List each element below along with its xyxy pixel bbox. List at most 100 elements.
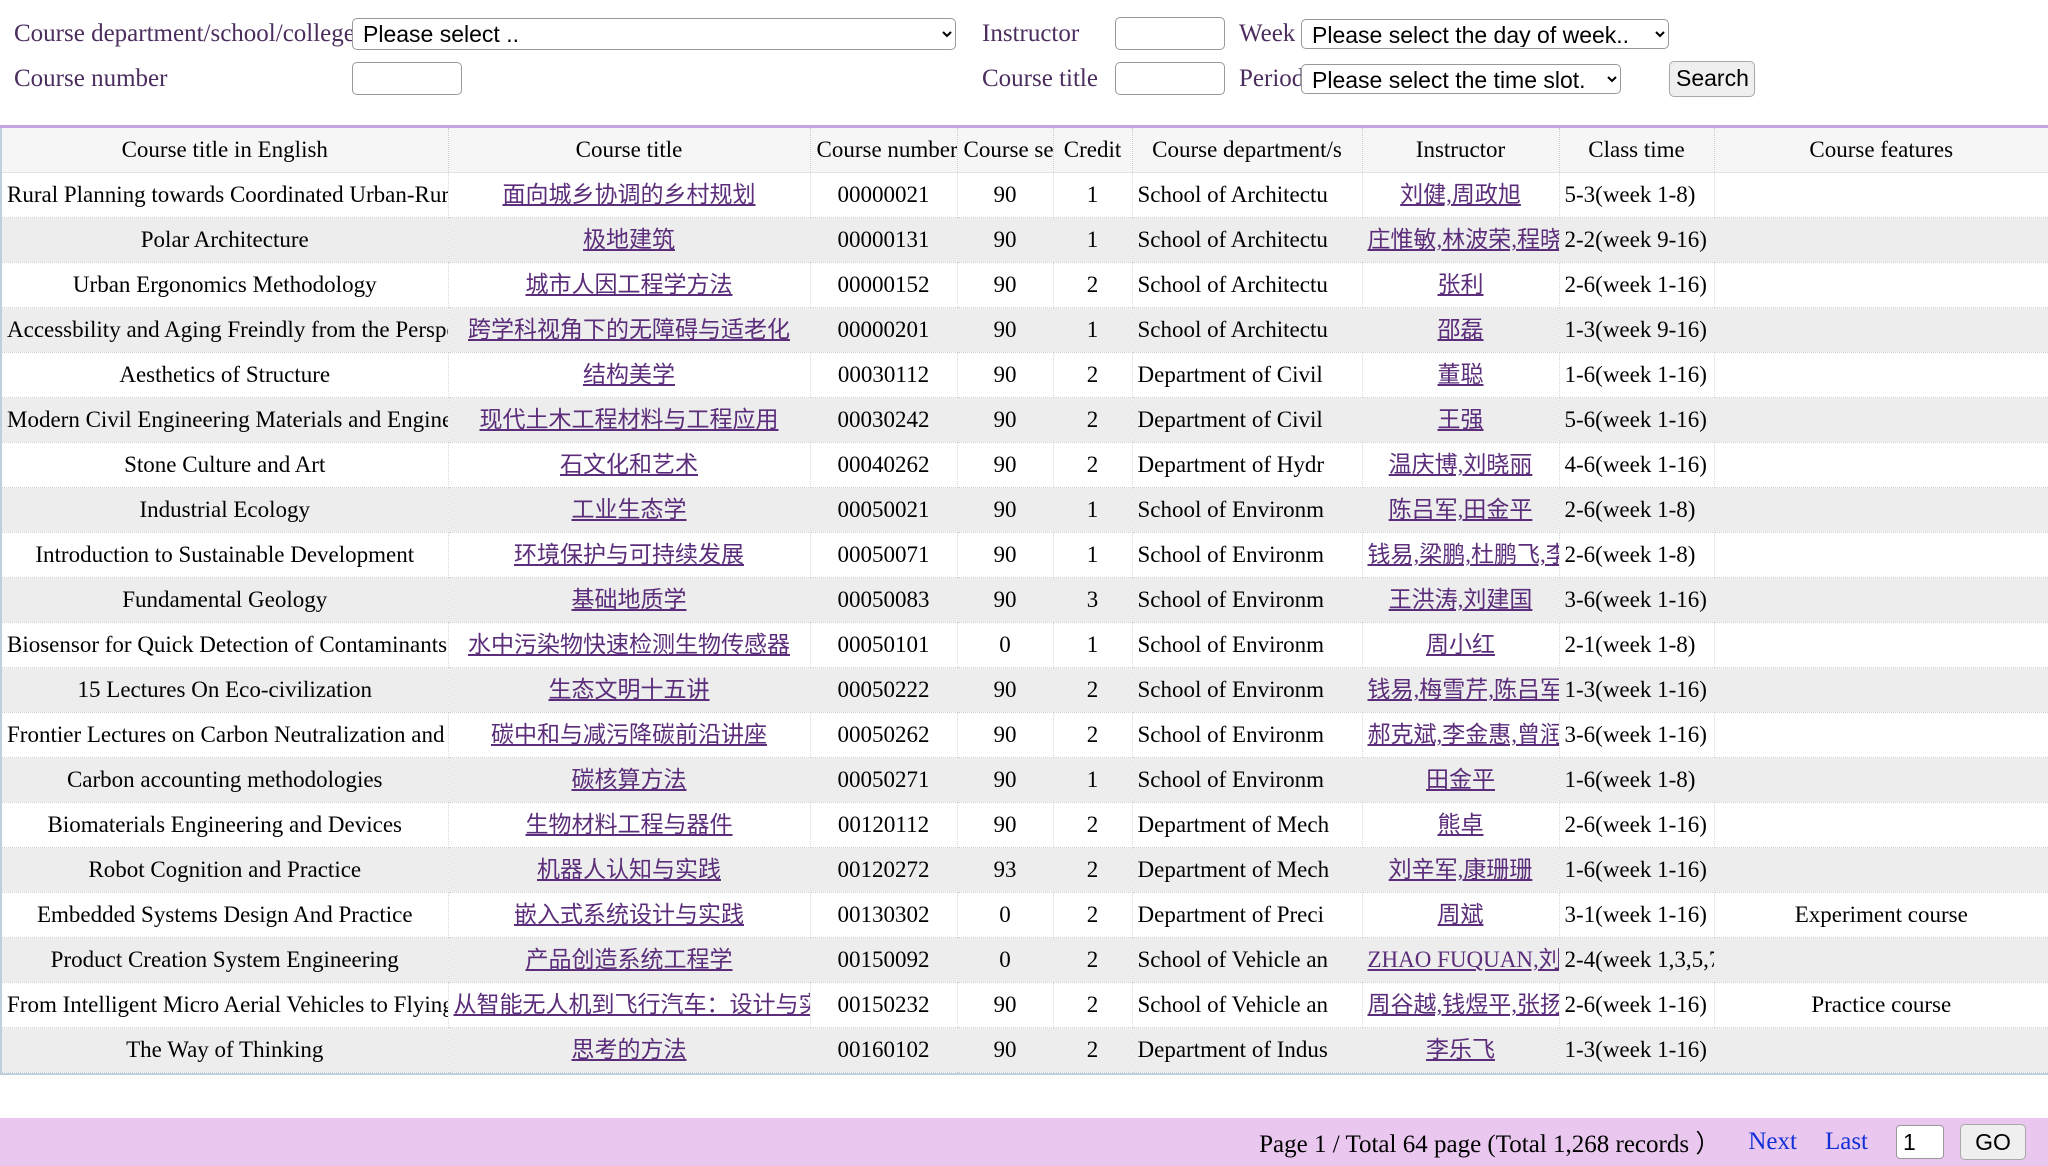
instructor-link[interactable]: 陈吕军,田金平 <box>1389 497 1533 522</box>
cell-course-features <box>1714 217 2048 263</box>
pagination-next-link[interactable]: Next <box>1748 1128 1797 1156</box>
cell-course-number: 00030112 <box>810 352 958 398</box>
course-title-link[interactable]: 面向城乡协调的乡村规划 <box>503 182 756 207</box>
table-row: Frontier Lectures on Carbon Neutralizati… <box>1 712 2048 758</box>
cell-credit: 2 <box>1053 847 1133 893</box>
instructor-link[interactable]: 王强 <box>1438 407 1484 432</box>
instructor-link[interactable]: 刘辛军,康珊珊 <box>1389 857 1533 882</box>
course-title-link[interactable]: 碳核算方法 <box>572 767 687 792</box>
course-title-link[interactable]: 机器人认知与实践 <box>537 857 721 882</box>
cell-class-time: 2-6(week 1-8) <box>1559 487 1715 533</box>
instructor-link[interactable]: 王洪涛,刘建国 <box>1389 587 1533 612</box>
instructor-link[interactable]: 周谷越,钱煜平,张扬军 <box>1368 992 1559 1017</box>
instructor-link[interactable]: 邵磊 <box>1438 317 1484 342</box>
column-header-course-features[interactable]: Course features <box>1714 128 2048 173</box>
column-header-course-sequence[interactable]: Course sequ <box>957 128 1054 173</box>
column-header-course-title[interactable]: Course title <box>448 128 811 173</box>
cell-credit: 1 <box>1053 757 1133 803</box>
cell-course-sequence: 90 <box>957 217 1054 263</box>
instructor-link-cell: ZHAO FUQUAN,刘宗巍 <box>1362 937 1560 983</box>
course-title-link[interactable]: 跨学科视角下的无障碍与适老化 <box>468 317 790 342</box>
instructor-link[interactable]: 温庆博,刘晓丽 <box>1389 452 1533 477</box>
course-title-link-cell: 机器人认知与实践 <box>448 847 811 893</box>
course-department-select[interactable]: Please select .. <box>352 17 956 50</box>
cell-course-department: School of Architectu <box>1132 307 1363 353</box>
course-title-link[interactable]: 嵌入式系统设计与实践 <box>514 902 744 927</box>
instructor-link[interactable]: 郝克斌,李金惠,曾润来 <box>1368 722 1559 747</box>
cell-credit: 2 <box>1053 937 1133 983</box>
course-title-link[interactable]: 生态文明十五讲 <box>549 677 710 702</box>
instructor-link[interactable]: 钱易,梅雪芹,陈吕军,胡 <box>1368 677 1559 702</box>
cell-course-title-en: Aesthetics of Structure <box>1 352 449 398</box>
course-title-link-cell: 思考的方法 <box>448 1027 811 1073</box>
cell-course-title-en: Industrial Ecology <box>1 487 449 533</box>
course-title-link[interactable]: 极地建筑 <box>583 227 675 252</box>
course-title-link[interactable]: 碳中和与减污降碳前沿讲座 <box>491 722 767 747</box>
cell-class-time: 2-6(week 1-16) <box>1559 982 1715 1028</box>
cell-course-features <box>1714 262 2048 308</box>
course-title-link[interactable]: 环境保护与可持续发展 <box>514 542 744 567</box>
course-title-input[interactable] <box>1115 62 1225 95</box>
instructor-link[interactable]: ZHAO FUQUAN,刘宗巍 <box>1368 947 1559 972</box>
week-select[interactable]: Please select the day of week.. <box>1301 18 1669 49</box>
column-header-class-time[interactable]: Class time <box>1559 128 1715 173</box>
cell-class-time: 5-3(week 1-8) <box>1559 172 1715 218</box>
cell-credit: 2 <box>1053 802 1133 848</box>
column-header-course-title-en[interactable]: Course title in English <box>1 128 449 173</box>
instructor-label: Instructor <box>982 20 1080 47</box>
instructor-link[interactable]: 田金平 <box>1426 767 1495 792</box>
course-number-input[interactable] <box>352 62 462 95</box>
instructor-link[interactable]: 钱易,梁鹏,杜鹏飞,李淼 <box>1368 542 1559 567</box>
cell-course-sequence: 90 <box>957 982 1054 1028</box>
table-row: Biomaterials Engineering and Devices 生物材料… <box>1 802 2048 848</box>
column-header-instructor[interactable]: Instructor <box>1362 128 1560 173</box>
period-select[interactable]: Please select the time slot. <box>1301 63 1621 94</box>
instructor-link[interactable]: 张利 <box>1438 272 1484 297</box>
cell-course-sequence: 90 <box>957 757 1054 803</box>
course-title-link[interactable]: 水中污染物快速检测生物传感器 <box>468 632 790 657</box>
course-title-link[interactable]: 现代土木工程材料与工程应用 <box>480 407 779 432</box>
course-title-link[interactable]: 城市人因工程学方法 <box>526 272 733 297</box>
course-title-link[interactable]: 基础地质学 <box>572 587 687 612</box>
instructor-input[interactable] <box>1115 17 1225 50</box>
cell-course-number: 00160102 <box>810 1027 958 1073</box>
instructor-link[interactable]: 刘健,周政旭 <box>1400 182 1521 207</box>
course-title-link[interactable]: 石文化和艺术 <box>560 452 698 477</box>
column-header-credit[interactable]: Credit <box>1053 128 1133 173</box>
table-row: Introduction to Sustainable Development 环… <box>1 532 2048 578</box>
cell-credit: 1 <box>1053 172 1133 218</box>
cell-course-sequence: 90 <box>957 397 1054 443</box>
cell-course-features <box>1714 1027 2048 1073</box>
instructor-link[interactable]: 熊卓 <box>1438 812 1484 837</box>
instructor-link[interactable]: 周小红 <box>1426 632 1495 657</box>
course-title-link[interactable]: 思考的方法 <box>572 1037 687 1062</box>
course-title-link[interactable]: 产品创造系统工程学 <box>526 947 733 972</box>
course-title-link[interactable]: 生物材料工程与器件 <box>526 812 733 837</box>
instructor-link[interactable]: 董聪 <box>1438 362 1484 387</box>
cell-course-features <box>1714 172 2048 218</box>
cell-credit: 1 <box>1053 217 1133 263</box>
cell-course-features <box>1714 937 2048 983</box>
pagination-last-link[interactable]: Last <box>1825 1128 1868 1156</box>
course-title-link[interactable]: 结构美学 <box>583 362 675 387</box>
cell-course-number: 00000021 <box>810 172 958 218</box>
pagination-page-input[interactable] <box>1896 1125 1944 1159</box>
cell-course-number: 00150232 <box>810 982 958 1028</box>
column-header-course-department[interactable]: Course department/s <box>1132 128 1363 173</box>
cell-course-features <box>1714 532 2048 578</box>
instructor-link-cell: 庄惟敏,林波荣,程晓喜, <box>1362 217 1560 263</box>
instructor-link-cell: 温庆博,刘晓丽 <box>1362 442 1560 488</box>
column-header-course-number[interactable]: Course number <box>810 128 958 173</box>
course-title-link[interactable]: 工业生态学 <box>572 497 687 522</box>
cell-course-features <box>1714 712 2048 758</box>
cell-course-department: School of Vehicle an <box>1132 982 1363 1028</box>
course-title-link[interactable]: 从智能无人机到飞行汽车：设计与实践 <box>454 992 810 1017</box>
instructor-link[interactable]: 李乐飞 <box>1426 1037 1495 1062</box>
cell-course-department: Department of Civil <box>1132 397 1363 443</box>
cell-credit: 1 <box>1053 487 1133 533</box>
instructor-link-cell: 陈吕军,田金平 <box>1362 487 1560 533</box>
table-row: Embedded Systems Design And Practice 嵌入式系… <box>1 892 2048 938</box>
instructor-link[interactable]: 周斌 <box>1438 902 1484 927</box>
instructor-link[interactable]: 庄惟敏,林波荣,程晓喜, <box>1368 227 1559 252</box>
search-button[interactable]: Search <box>1669 60 1755 97</box>
